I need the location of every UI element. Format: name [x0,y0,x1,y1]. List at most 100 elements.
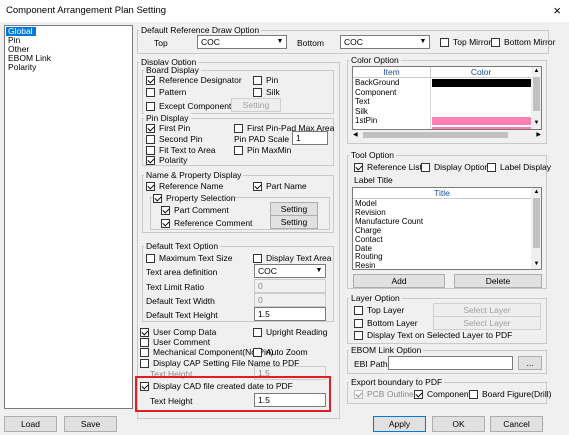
color-swatch[interactable] [432,97,531,107]
label-title-list[interactable]: Title Model Revision Manufacture Count Char… [352,187,542,270]
auto-zoom-checkbox[interactable]: Auto Zoom [253,347,308,357]
silk-checkbox[interactable]: Silk [253,87,280,97]
ok-button[interactable]: OK [432,416,485,432]
pcb-outline-checkbox[interactable]: PCB Outline [354,389,414,399]
display-text-selected-layer-checkbox[interactable]: Display Text on Selected Layer to PDF [354,330,512,340]
scroll-up-icon[interactable]: ▲ [531,188,541,197]
color-swatch[interactable] [432,116,531,126]
ebi-path-input[interactable] [388,356,513,370]
board-display-title: Board Display [144,65,201,75]
pattern-checkbox[interactable]: Pattern [146,87,186,97]
default-text-title: Default Text Option [144,241,221,251]
load-button[interactable]: Load [4,416,57,432]
text-area-definition-select[interactable]: COC ▼ [254,264,326,278]
scroll-up-icon[interactable]: ▲ [531,67,541,76]
checkbox-box [469,389,478,399]
reference-comment-setting-button[interactable]: Setting [270,215,318,229]
scroll-right-icon[interactable]: ▶ [536,131,541,139]
color-row[interactable] [353,126,431,129]
color-row[interactable]: 1stPin [353,116,431,126]
scroll-thumb[interactable] [533,77,540,111]
second-pin-checkbox[interactable]: Second Pin [146,134,202,144]
bottom-layer-checkbox[interactable]: Bottom Layer [354,318,418,328]
auto-zoom-label: Auto Zoom [266,347,308,357]
label-title-row[interactable]: Resin [353,261,375,269]
bottom-label: Bottom [297,38,324,48]
bottom-mirror-label: Bottom Mirror [504,37,556,47]
text-limit-ratio-label: Text Limit Ratio [146,282,205,292]
reference-name-checkbox[interactable]: Reference Name [146,181,223,191]
maximum-text-size-checkbox[interactable]: Maximum Text Size [146,253,233,263]
upright-reading-checkbox[interactable]: Upright Reading [253,327,327,337]
fit-text-to-area-checkbox[interactable]: Fit Text to Area [146,145,216,155]
except-component-label: Except Component [159,101,232,111]
pin-pad-scale-input[interactable]: 1 [292,131,328,145]
scroll-down-icon[interactable]: ▼ [531,119,541,128]
label-display-checkbox[interactable]: Label Display [487,162,551,172]
close-icon[interactable]: × [553,3,561,18]
display-text-area-label: Display Text Area [266,253,332,263]
user-comp-data-checkbox[interactable]: User Comp Data [140,327,216,337]
save-button[interactable]: Save [64,416,117,432]
bottom-select[interactable]: COC ▼ [340,35,430,49]
reference-name-label: Reference Name [159,181,224,191]
scroll-down-icon[interactable]: ▼ [531,260,541,269]
default-text-height-label: Default Text Height [146,310,218,320]
scroll-thumb[interactable] [533,198,540,248]
color-row[interactable]: Silk [353,106,431,117]
scroll-left-icon[interactable]: ◀ [353,131,358,139]
default-text-height-input[interactable]: 1.5 [254,307,326,321]
select-layer-bottom-button[interactable]: Select Layer [433,316,541,330]
user-comment-checkbox[interactable]: User Comment [140,337,210,347]
default-text-width-input[interactable]: 0 [254,293,326,307]
bottom-mirror-checkbox[interactable]: Bottom Mirror [491,37,555,47]
color-grid-scrollbar[interactable]: ▲ ▼ [531,67,541,129]
add-button[interactable]: Add [353,274,445,288]
delete-button[interactable]: Delete [454,274,542,288]
color-swatch[interactable] [432,107,531,116]
color-row[interactable]: BackGround [353,78,431,88]
text-limit-ratio-input[interactable]: 0 [254,279,326,293]
part-name-checkbox[interactable]: Part Name [253,181,307,191]
polarity-checkbox[interactable]: Polarity [146,155,187,165]
color-grid-hscrollbar[interactable]: ◀ ▶ [353,131,541,139]
user-comp-data-label: User Comp Data [153,327,217,337]
except-setting-button[interactable]: Setting [231,98,281,112]
display-text-area-checkbox[interactable]: Display Text Area [253,253,332,263]
first-pin-checkbox[interactable]: First Pin [146,123,190,133]
category-list[interactable]: Global Pin Other EBOM Link Polarity [4,25,133,409]
color-swatch[interactable] [432,126,531,129]
nav-item-polarity[interactable]: Polarity [8,63,36,72]
select-layer-top-button[interactable]: Select Layer [433,303,541,317]
pattern-label: Pattern [159,87,187,97]
apply-button[interactable]: Apply [373,416,426,432]
property-selection-checkbox[interactable]: Property Selection [153,193,236,203]
top-mirror-checkbox[interactable]: Top Mirror [440,37,491,47]
color-row[interactable]: Component [353,87,431,98]
reference-list-checkbox[interactable]: Reference List [354,162,422,172]
tool-option-title: Tool Option [349,150,396,160]
pin-maxmin-checkbox[interactable]: Pin MaxMin [234,145,291,155]
cancel-button[interactable]: Cancel [490,416,543,432]
color-swatch[interactable] [432,78,531,88]
color-grid[interactable]: Item Color BackGround Component Text Silk 1s… [352,66,542,130]
reference-comment-checkbox[interactable]: Reference Comment [161,218,252,228]
top-layer-checkbox[interactable]: Top Layer [354,305,404,315]
part-comment-checkbox[interactable]: Part Comment [161,205,229,215]
color-row[interactable]: Text [353,97,431,107]
part-name-label: Part Name [266,181,307,191]
reference-designator-checkbox[interactable]: Reference Designator [146,75,242,85]
ebi-path-browse-button[interactable]: ... [518,356,542,370]
hscroll-thumb[interactable] [363,132,508,138]
label-title-scrollbar[interactable]: ▲ ▼ [531,188,541,269]
top-label: Top [154,38,168,48]
except-component-checkbox[interactable]: Except Component [146,101,231,111]
top-select[interactable]: COC ▼ [197,35,287,49]
checkbox-box [491,37,500,47]
tool-display-option-checkbox[interactable]: Display Option [421,162,489,172]
part-comment-setting-button[interactable]: Setting [270,202,318,216]
board-figure-checkbox[interactable]: Board Figure(Drill) [469,389,551,399]
color-swatch[interactable] [432,88,531,97]
pin-checkbox[interactable]: Pin [253,75,278,85]
component-checkbox[interactable]: Component [414,389,471,399]
